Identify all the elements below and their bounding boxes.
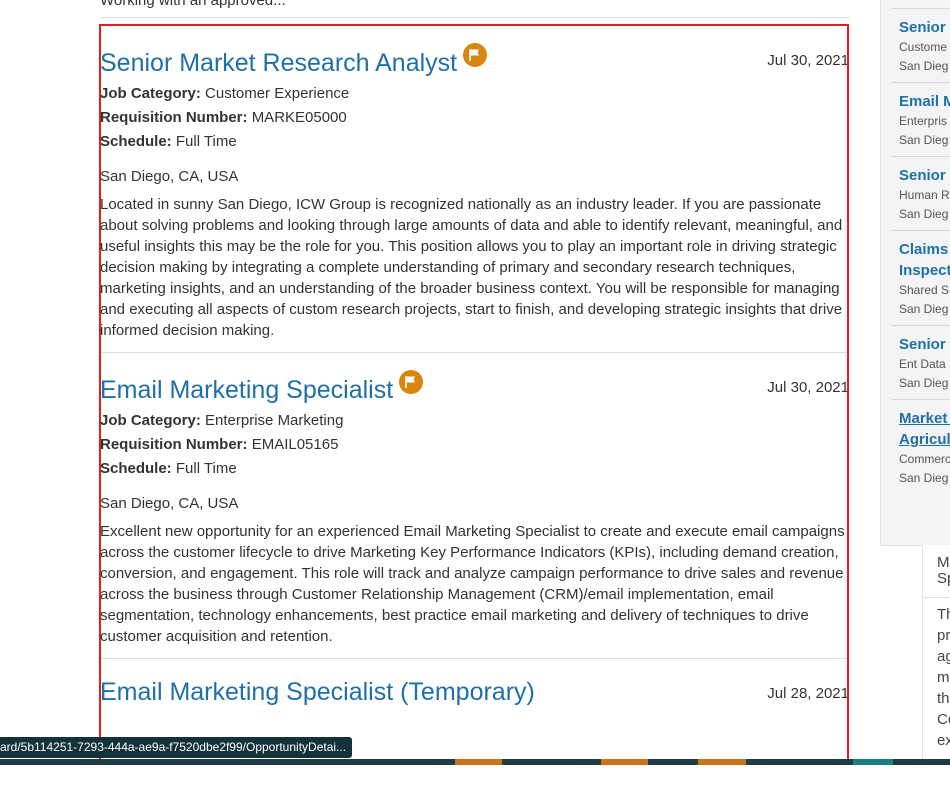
footer-accent <box>601 759 648 765</box>
link-status-url: ard/5b114251-7293-444a-ae9a-f7520dbe2f99… <box>0 737 353 758</box>
requisition-row: Requisition Number: MARKE05000 <box>100 106 849 130</box>
featured-flag-icon <box>463 43 488 67</box>
requisition-value: MARKE05000 <box>251 109 347 126</box>
job-category-label: Job Category: <box>100 85 201 102</box>
similar-job-title[interactable]: Email M <box>899 91 950 112</box>
job-category-label: Job Category: <box>100 412 201 429</box>
side-card-line: ag <box>937 648 950 665</box>
job-header: Email Marketing Specialist (Temporary) J… <box>100 659 849 715</box>
similar-job-item[interactable]: Email M Enterpris San Dieg <box>891 82 950 156</box>
requisition-row: Requisition Number: EMAIL05165 <box>100 433 849 457</box>
schedule-value: Full Time <box>175 460 237 477</box>
side-card-line: pr <box>937 627 950 644</box>
similar-job-title[interactable]: Senior D <box>899 334 950 355</box>
job-description: Located in sunny San Diego, ICW Group is… <box>100 196 843 339</box>
similar-job-title[interactable]: Claims I <box>899 239 950 260</box>
similar-job-location: San Dieg <box>899 471 949 485</box>
footer-accent <box>455 759 502 765</box>
similar-job-title[interactable]: Senior M <box>899 17 950 38</box>
job-result-item: Senior Market Research Analyst Jul 30, 2… <box>100 26 849 353</box>
similar-job-category: Ent Data <box>899 357 946 371</box>
footer-accent <box>698 759 746 765</box>
similar-job-item[interactable]: Senior D Ent Data San Dieg <box>891 325 950 399</box>
side-card-line: ex <box>937 732 950 749</box>
job-header: Email Marketing Specialist Jul 30, 2021 <box>100 353 849 409</box>
job-location: San Diego, CA, USA <box>100 495 239 512</box>
similar-job-category: Commerci <box>899 452 950 466</box>
schedule-row: Schedule: Full Time <box>100 130 849 154</box>
job-title-link[interactable]: Email Marketing Specialist <box>100 370 424 406</box>
job-category-row: Job Category: Enterprise Marketing <box>100 409 849 433</box>
job-header: Senior Market Research Analyst Jul 30, 2… <box>100 26 849 82</box>
side-card-header: M Sp <box>923 545 950 598</box>
featured-flag-icon <box>399 370 424 394</box>
side-card-line: th <box>937 690 950 707</box>
side-card-body: Th pr ag m th Co ex <box>923 598 950 751</box>
job-result-item: Email Marketing Specialist Jul 30, 2021 … <box>100 353 849 659</box>
side-card-header-line: Sp <box>937 570 950 587</box>
schedule-label: Schedule: <box>100 133 172 150</box>
job-location: San Diego, CA, USA <box>100 168 239 185</box>
job-results-list: Senior Market Research Analyst Jul 30, 2… <box>100 26 849 715</box>
posted-date: Jul 30, 2021 <box>767 52 849 69</box>
similar-job-item[interactable]: Claims I Inspecto Shared S San Dieg <box>891 230 950 325</box>
similar-job-location: San Dieg <box>899 207 949 221</box>
similar-job-item[interactable]: Senior T Human R San Dieg <box>891 156 950 230</box>
similar-job-item[interactable]: Market S Agricult Commerci San Dieg <box>891 399 950 494</box>
job-title-text[interactable]: Email Marketing Specialist (Temporary) <box>100 678 535 706</box>
job-title-text[interactable]: Senior Market Research Analyst <box>100 49 457 77</box>
side-card-line: m <box>937 669 950 686</box>
posted-date: Jul 30, 2021 <box>767 379 849 396</box>
side-info-card: M Sp Th pr ag m th Co ex <box>922 545 950 760</box>
job-title-link[interactable]: Senior Market Research Analyst <box>100 43 488 79</box>
similar-job-category: Human R <box>899 188 950 202</box>
divider <box>100 17 850 18</box>
side-card-header-line: M <box>937 554 950 571</box>
footer-accent <box>853 759 893 765</box>
job-category-row: Job Category: Customer Experience <box>100 82 849 106</box>
requisition-label: Requisition Number: <box>100 436 248 453</box>
posted-date: Jul 28, 2021 <box>767 685 849 702</box>
schedule-value: Full Time <box>175 133 237 150</box>
job-category-value: Enterprise Marketing <box>205 412 344 429</box>
job-title-text[interactable]: Email Marketing Specialist <box>100 376 393 404</box>
similar-job-location: San Dieg <box>899 133 949 147</box>
requisition-label: Requisition Number: <box>100 109 248 126</box>
similar-job-location: San Dieg <box>899 59 949 73</box>
similar-job-title[interactable]: Senior T <box>899 165 950 186</box>
job-result-item: Email Marketing Specialist (Temporary) J… <box>100 659 849 715</box>
similar-job-category: Enterpris <box>899 114 948 128</box>
similar-jobs-sidebar: Senior M Custome San Dieg Email M Enterp… <box>880 0 950 546</box>
similar-job-item[interactable]: Senior M Custome San Dieg <box>891 8 950 82</box>
similar-job-title[interactable]: Market S <box>899 408 950 429</box>
side-card-line: Th <box>937 606 950 623</box>
similar-job-location: San Dieg <box>899 376 949 390</box>
similar-jobs-list: Senior M Custome San Dieg Email M Enterp… <box>891 0 950 494</box>
schedule-label: Schedule: <box>100 460 172 477</box>
schedule-row: Schedule: Full Time <box>100 457 849 481</box>
job-category-value: Customer Experience <box>205 85 350 102</box>
requisition-value: EMAIL05165 <box>251 436 339 453</box>
footer-strip <box>0 759 950 765</box>
similar-job-category: Shared S <box>899 283 950 297</box>
similar-job-title-line2[interactable]: Agricult <box>899 429 950 450</box>
similar-job-title-line2[interactable]: Inspecto <box>899 260 950 281</box>
previous-job-description-fragment: Working with an approved... <box>100 0 286 9</box>
similar-job-location: San Dieg <box>899 302 949 316</box>
side-card-line: Co <box>937 711 950 728</box>
job-title-link[interactable]: Email Marketing Specialist (Temporary) <box>100 676 535 708</box>
similar-job-category: Custome <box>899 40 948 54</box>
job-description: Excellent new opportunity for an experie… <box>100 523 845 645</box>
